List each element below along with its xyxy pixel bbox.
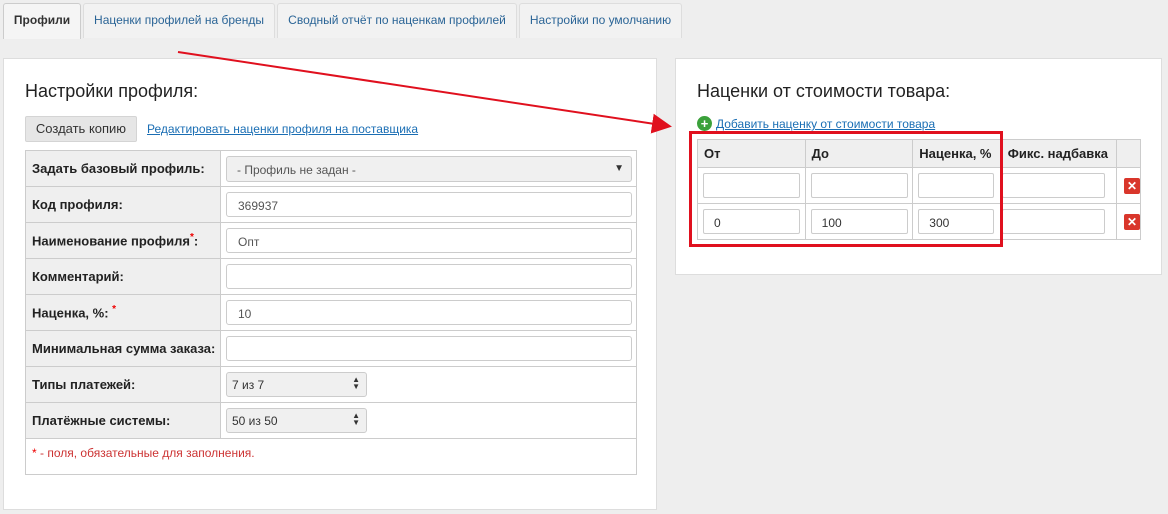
to-input[interactable]: 100 <box>810 209 908 234</box>
chevron-down-icon: ▼ <box>614 162 624 174</box>
row-required-note: * - поля, обязательные для заполнения. <box>25 438 637 475</box>
payment-systems-label: Платёжные системы: <box>25 402 221 439</box>
row-min-order: Минимальная сумма заказа: <box>25 330 637 367</box>
price-markups-title: Наценки от стоимости товара: <box>697 81 951 101</box>
column-markup: Наценка, % <box>912 139 1002 168</box>
price-markups-panel: Наценки от стоимости товара: + Добавить … <box>675 58 1162 275</box>
markup-percent-input[interactable]: 300 <box>918 209 995 234</box>
updown-icon: ▲ ▼ <box>352 411 360 427</box>
tab-default-settings[interactable]: Настройки по умолчанию <box>519 3 682 38</box>
to-input[interactable] <box>810 173 908 198</box>
row-base-profile: Задать базовый профиль: - Профиль не зад… <box>25 150 637 187</box>
row-payment-types: Типы платежей: 7 из 7 ▲ ▼ <box>25 366 637 403</box>
tab-brand-markups[interactable]: Наценки профилей на бренды <box>83 3 275 38</box>
base-profile-select[interactable]: - Профиль не задан - ▼ <box>226 155 632 182</box>
tab-profiles[interactable]: Профили <box>3 3 81 39</box>
profile-code-input[interactable]: 369937 <box>226 192 632 217</box>
plus-circle-icon[interactable]: + <box>697 116 712 131</box>
markup-percent-input[interactable] <box>918 173 995 198</box>
comment-label: Комментарий: <box>25 258 221 295</box>
row-comment: Комментарий: <box>25 258 637 295</box>
table-header-row: От До Наценка, % Фикс. надбавка <box>697 139 1142 168</box>
column-from: От <box>697 139 806 168</box>
column-to: До <box>804 139 914 168</box>
payment-types-value: 7 из 7 <box>232 378 265 392</box>
from-input[interactable]: 0 <box>703 209 800 234</box>
profile-form-table: Задать базовый профиль: - Профиль не зад… <box>25 150 637 475</box>
table-row: ✕ <box>697 167 1142 204</box>
tab-summary-report[interactable]: Сводный отчёт по наценкам профилей <box>277 3 517 38</box>
price-markups-table: От До Наценка, % Фикс. надбавка ✕ 0 100 … <box>697 139 1142 240</box>
updown-icon: ▲ ▼ <box>352 375 360 391</box>
edit-supplier-markups-link[interactable]: Редактировать наценки профиля на поставщ… <box>147 122 418 136</box>
min-order-input[interactable] <box>226 336 632 361</box>
profile-name-input[interactable]: Опт <box>226 228 632 253</box>
from-input[interactable] <box>703 173 800 198</box>
row-markup: Наценка, %: * 10 <box>25 294 637 331</box>
row-profile-code: Код профиля: 369937 <box>25 186 637 223</box>
profile-name-label-suffix: : <box>193 233 199 249</box>
payment-systems-value: 50 из 50 <box>232 414 278 428</box>
required-note-text: - поля, обязательные для заполнения. <box>36 446 255 460</box>
create-copy-button[interactable]: Создать копию <box>25 116 137 142</box>
profile-settings-title: Настройки профиля: <box>25 81 199 101</box>
profile-name-label: Наименование профиля <box>32 233 190 249</box>
profile-name-label-cell: Наименование профиля*: <box>25 222 221 259</box>
close-icon[interactable]: ✕ <box>1123 213 1140 230</box>
table-row: 0 100 300 ✕ <box>697 203 1142 240</box>
markup-label: Наценка, %: <box>32 305 109 321</box>
add-markup-link[interactable]: Добавить наценку от стоимости товара <box>716 117 935 131</box>
tab-bar: Профили Наценки профилей на бренды Сводн… <box>0 0 1168 39</box>
fixed-addition-input[interactable] <box>1001 173 1105 198</box>
base-profile-value: - Профиль не задан - <box>237 162 356 177</box>
markup-label-cell: Наценка, %: * <box>25 294 221 331</box>
payment-types-select[interactable]: 7 из 7 ▲ ▼ <box>226 372 367 397</box>
row-profile-name: Наименование профиля*: Опт <box>25 222 637 259</box>
row-payment-systems: Платёжные системы: 50 из 50 ▲ ▼ <box>25 402 637 439</box>
min-order-label: Минимальная сумма заказа: <box>25 330 221 367</box>
fixed-addition-input[interactable] <box>1001 209 1105 234</box>
close-icon[interactable]: ✕ <box>1123 177 1140 194</box>
payment-types-label: Типы платежей: <box>25 366 221 403</box>
profile-settings-panel: Настройки профиля: Создать копию Редакти… <box>3 58 657 510</box>
required-mark: * <box>112 304 117 316</box>
comment-input[interactable] <box>226 264 632 289</box>
column-actions <box>1115 139 1142 168</box>
payment-systems-select[interactable]: 50 из 50 ▲ ▼ <box>226 408 367 433</box>
required-note: * - поля, обязательные для заполнения. <box>25 438 637 475</box>
base-profile-label: Задать базовый профиль: <box>25 150 221 187</box>
column-fixed: Фикс. надбавка <box>1000 139 1117 168</box>
markup-input[interactable]: 10 <box>226 300 632 325</box>
profile-code-label: Код профиля: <box>25 186 221 223</box>
